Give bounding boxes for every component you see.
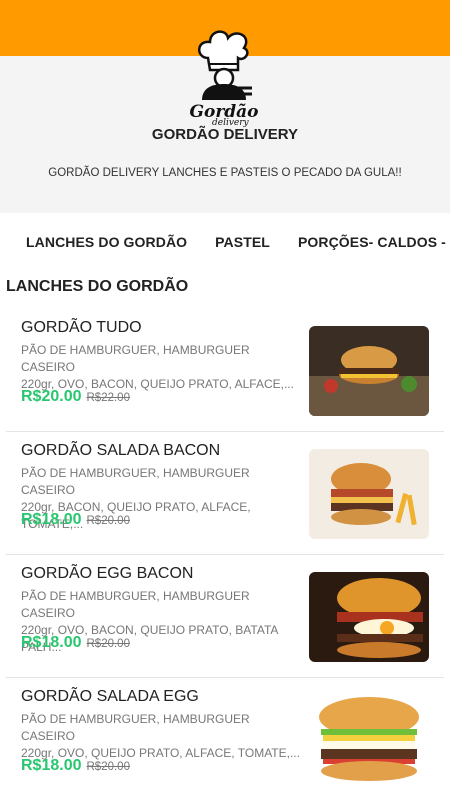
product-old-price: R$20.00 <box>86 638 130 650</box>
product-price: R$18.00 <box>21 511 82 528</box>
product-old-price: R$22.00 <box>86 392 130 404</box>
store-description: GORDÃO DELIVERY LANCHES E PASTEIS O PECA… <box>48 167 402 179</box>
tab-porcoes[interactable]: PORÇÕES- CALDOS - M <box>298 234 450 250</box>
price-row: R$18.00 R$20.00 <box>21 757 130 775</box>
burger-photo-icon <box>309 449 429 539</box>
product-description-line: PÃO DE HAMBURGUER, HAMBURGUER CASEIRO <box>21 589 250 620</box>
product-description: PÃO DE HAMBURGUER, HAMBURGUER CASEIRO 22… <box>21 342 303 393</box>
product-old-price: R$20.00 <box>86 761 130 773</box>
section-title: LANCHES DO GORDÃO <box>6 278 189 295</box>
store-logo: Gordão delivery <box>182 18 266 128</box>
burger-photo-icon <box>309 572 429 662</box>
product-name: GORDÃO EGG BACON <box>21 565 194 582</box>
tab-pastel[interactable]: PASTEL <box>215 234 270 250</box>
product-list: GORDÃO TUDO PÃO DE HAMBURGUER, HAMBURGUE… <box>0 309 450 787</box>
product-image[interactable] <box>309 572 429 662</box>
product-price: R$18.00 <box>21 634 82 651</box>
price-row: R$18.00 R$20.00 <box>21 634 130 652</box>
product-name: GORDÃO TUDO <box>21 319 142 336</box>
product-price: R$20.00 <box>21 388 82 405</box>
price-row: R$20.00 R$22.00 <box>21 388 130 406</box>
product-name: GORDÃO SALADA BACON <box>21 442 221 459</box>
category-tabs: LANCHES DO GORDÃO PASTEL PORÇÕES- CALDOS… <box>0 213 450 271</box>
product-image[interactable] <box>309 695 429 785</box>
store-name: GORDÃO DELIVERY <box>151 126 299 143</box>
price-row: R$18.00 R$20.00 <box>21 511 130 529</box>
product-card[interactable]: GORDÃO TUDO PÃO DE HAMBURGUER, HAMBURGUE… <box>6 309 444 432</box>
chef-icon <box>198 30 252 100</box>
product-card[interactable]: GORDÃO SALADA BACON PÃO DE HAMBURGUER, H… <box>6 432 444 555</box>
product-card[interactable]: GORDÃO EGG BACON PÃO DE HAMBURGUER, HAMB… <box>6 555 444 678</box>
product-name: GORDÃO SALADA EGG <box>21 688 199 705</box>
product-description-line: PÃO DE HAMBURGUER, HAMBURGUER CASEIRO <box>21 712 250 743</box>
store-header: Gordão delivery GORDÃO DELIVERY GORDÃO D… <box>0 30 450 213</box>
product-description: PÃO DE HAMBURGUER, HAMBURGUER CASEIRO 22… <box>21 711 303 762</box>
product-description-line: PÃO DE HAMBURGUER, HAMBURGUER CASEIRO <box>21 343 250 374</box>
product-image[interactable] <box>309 326 429 416</box>
tab-lanches[interactable]: LANCHES DO GORDÃO <box>26 234 187 250</box>
product-card[interactable]: GORDÃO SALADA EGG PÃO DE HAMBURGUER, HAM… <box>6 678 444 787</box>
burger-photo-icon <box>309 326 429 416</box>
product-description-line: PÃO DE HAMBURGUER, HAMBURGUER CASEIRO <box>21 466 250 497</box>
burger-photo-icon <box>309 695 429 785</box>
product-image[interactable] <box>309 449 429 539</box>
product-price: R$18.00 <box>21 757 82 774</box>
product-old-price: R$20.00 <box>86 515 130 527</box>
